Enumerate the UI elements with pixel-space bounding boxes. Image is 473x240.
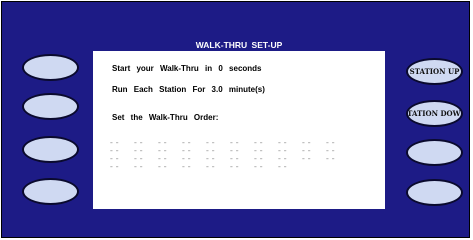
order-slot[interactable]: -- [157,164,173,172]
order-slot[interactable]: -- [253,164,269,172]
right-soft-button-3[interactable] [406,139,463,166]
left-soft-button-4[interactable] [22,178,79,205]
controller-panel: STATION UP STATION DOWN WALK-THRU SET-UP… [1,1,470,238]
walk-thru-order-grid: -- -- -- -- -- -- -- -- -- -- -- -- -- -- -- -- -- -- -- --… [109,140,349,172]
station-up-button[interactable]: STATION UP [406,58,463,85]
order-slot[interactable]: -- [205,164,221,172]
walk-thru-start-text: Start your Walk-Thru in 0 seconds [112,64,262,73]
station-run-time-text: Run Each Station For 3.0 minute(s) [112,85,265,94]
right-soft-button-4[interactable] [406,179,463,206]
left-soft-button-1[interactable] [22,54,79,81]
screen-title: WALK-THRU SET-UP [93,40,385,51]
order-slot[interactable]: -- [301,156,317,164]
order-slot[interactable]: -- [133,164,149,172]
order-slot[interactable]: -- [109,164,125,172]
order-slot[interactable]: -- [181,164,197,172]
station-down-button[interactable]: STATION DOWN [406,100,463,127]
order-row: -- -- -- -- -- -- -- -- [109,164,349,172]
order-slot[interactable]: -- [325,156,341,164]
order-slot[interactable]: -- [277,164,293,172]
left-soft-button-3[interactable] [22,136,79,163]
left-soft-button-2[interactable] [22,93,79,120]
display-screen: WALK-THRU SET-UP Start your Walk-Thru in… [93,40,385,209]
order-slot[interactable]: -- [229,164,245,172]
walk-thru-order-label: Set the Walk-Thru Order: [112,113,219,122]
